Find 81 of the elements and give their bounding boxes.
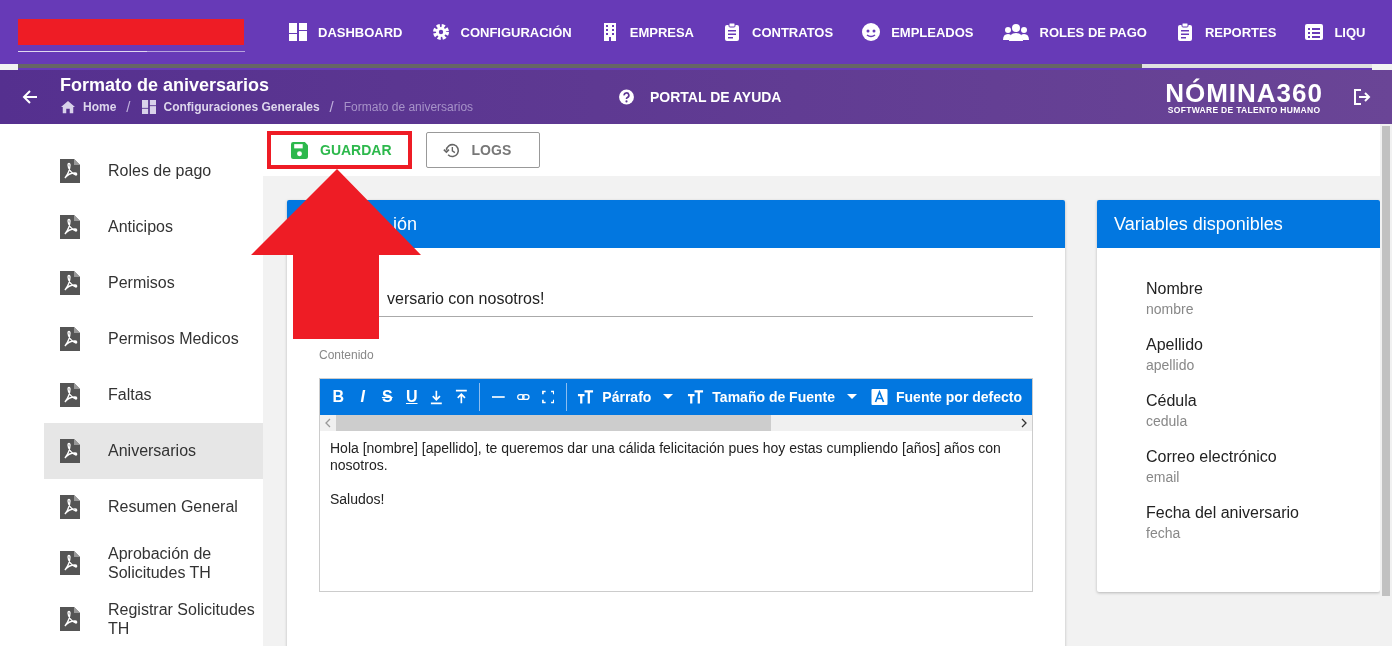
sidebar-item[interactable]: Anticipos [44, 199, 263, 255]
nav-link[interactable]: ROLES DE PAGO [1002, 23, 1147, 41]
pdf-file-icon [60, 215, 80, 239]
caret-icon [847, 394, 857, 400]
breadcrumb-separator: / [329, 98, 334, 115]
variable-label: Cédula [1146, 392, 1198, 410]
pdf-file-icon [60, 383, 80, 407]
format-button[interactable]: S [375, 388, 400, 406]
logout-icon[interactable] [1353, 88, 1371, 106]
sidebar-item[interactable]: Faltas [44, 367, 263, 423]
sidebar-item[interactable]: Permisos Medicos [44, 311, 263, 367]
variable-value: fecha [1146, 525, 1182, 541]
editor-dropdown[interactable]: Fuente por defecto [867, 389, 1032, 405]
variable-label: Fecha del aniversario [1146, 504, 1300, 522]
caret-icon [663, 394, 674, 400]
nav-link[interactable]: CONFIGURACIÓN [431, 23, 572, 41]
pdf-file-icon [60, 439, 80, 463]
variable-label: Nombre [1146, 280, 1204, 298]
nav-link[interactable]: LIQU [1305, 23, 1366, 41]
field-label: Contenido [319, 348, 375, 362]
editor-paragraph: Hola [nombre] [apellido], te queremos dar una cálida felicitación pues hoy estas cumpliendo [años] años con nosotros. [330, 440, 1002, 474]
logo: NÓMINA360 SOFTWARE DE TALENTO HUMANO [1165, 79, 1323, 115]
text-size-icon [687, 389, 705, 405]
nav-link[interactable]: EMPLEADOS [862, 23, 974, 41]
clipboard-icon [723, 23, 741, 41]
format-button[interactable]: U [399, 388, 424, 406]
variable-value: nombre [1146, 301, 1195, 317]
editor-dropdown[interactable]: Tamaño de Fuente [683, 389, 867, 405]
people-icon [1002, 23, 1029, 41]
sidebar-item[interactable]: Roles de pago [44, 143, 263, 199]
sidebar-item[interactable]: Registrar Solicitudes TH [44, 591, 263, 646]
breadcrumb-link[interactable]: Home [83, 99, 117, 114]
font-icon [871, 389, 888, 405]
page-title: Formato de aniversarios [60, 75, 271, 96]
arrow-up-from-line-icon[interactable] [454, 389, 468, 405]
pdf-file-icon [60, 159, 80, 183]
back-arrow-icon[interactable] [22, 89, 38, 105]
nav-link[interactable]: EMPRESA [600, 23, 694, 41]
editor-dropdown[interactable]: Párrafo [573, 389, 684, 405]
pdf-file-icon [60, 271, 80, 295]
help-portal-link[interactable]: PORTAL DE AYUDA [618, 88, 782, 106]
variable-label: Correo electrónico [1146, 448, 1278, 466]
format-button[interactable]: I [350, 388, 375, 406]
variable-label: Apellido [1146, 336, 1204, 354]
home-icon [61, 99, 75, 114]
dashboard-icon [289, 23, 307, 41]
editor-paragraph: Saludos! [330, 491, 386, 508]
logs-button[interactable]: LOGS [425, 132, 541, 168]
clipboard-icon [1175, 23, 1194, 41]
chevron-left-icon[interactable] [324, 418, 332, 428]
sidebar-item[interactable]: Aprobación de Solicitudes TH [44, 535, 263, 591]
help-icon [618, 88, 635, 106]
pdf-file-icon [60, 495, 80, 519]
breadcrumb-link[interactable]: Configuraciones Generales [163, 99, 320, 114]
text-size-icon [577, 389, 595, 405]
horizontal-scrollbar[interactable] [320, 415, 1032, 431]
subject-field-value[interactable]: versario con nosotros! [387, 290, 545, 307]
variable-value: cedula [1146, 413, 1189, 429]
gear-icon [431, 23, 450, 41]
editor-text-area[interactable]: Hola [nombre] [apellido], te queremos dar una cálida felicitación pues hoy estas cumpliendo [años] años con nosotros. Saludos! [320, 431, 1032, 534]
pdf-file-icon [60, 607, 80, 631]
variable-value: apellido [1146, 357, 1196, 373]
breadcrumb-separator: / [126, 98, 131, 115]
list-icon [1305, 23, 1324, 41]
sidebar-item[interactable]: Resumen General [44, 479, 263, 535]
pdf-file-icon [60, 327, 80, 351]
card-title: Variables disponibles [1097, 200, 1380, 248]
sidebar-item[interactable]: Aniversarios [44, 423, 263, 479]
format-button[interactable]: B [326, 388, 351, 406]
arrow-down-to-line-icon[interactable] [430, 389, 443, 405]
variable-value: email [1146, 469, 1181, 485]
nav-link[interactable]: CONTRATOS [723, 23, 834, 41]
pdf-file-icon [60, 551, 80, 575]
dashboard-icon [141, 99, 156, 114]
nav-link[interactable]: REPORTES [1175, 23, 1277, 41]
history-icon [442, 141, 460, 159]
chevron-right-icon[interactable] [1020, 418, 1028, 428]
sidebar-item[interactable]: Permisos [44, 255, 263, 311]
fullscreen-icon[interactable] [541, 389, 555, 405]
face-icon [862, 23, 881, 41]
nav-link[interactable]: DASHBOARD [289, 23, 403, 41]
